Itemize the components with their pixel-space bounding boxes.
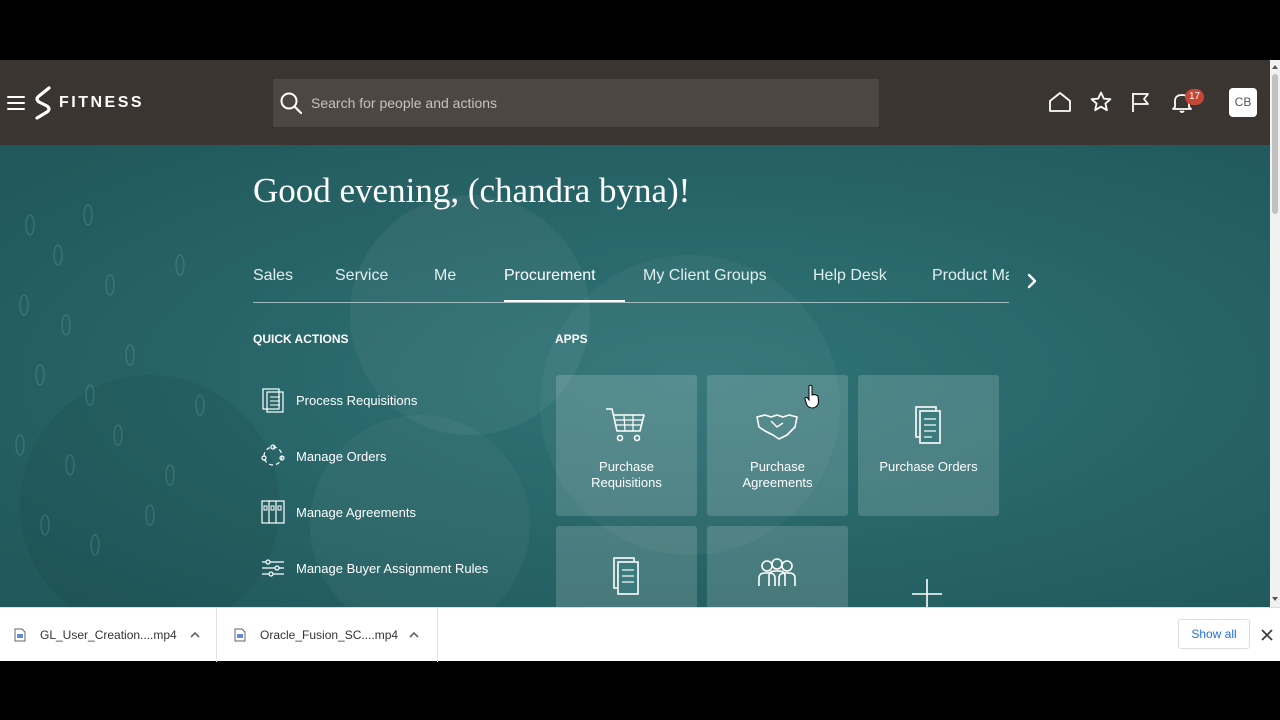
tab-product-management[interactable]: Product Ma xyxy=(932,267,1009,285)
handshake-icon xyxy=(756,414,798,440)
people-group-icon xyxy=(758,558,796,586)
quick-action-manage-orders[interactable]: Manage Orders xyxy=(259,442,386,470)
watchlist-flag-icon[interactable] xyxy=(1129,90,1153,114)
quick-action-manage-buyer-assignment-rules[interactable]: Manage Buyer Assignment Rules xyxy=(259,554,488,582)
logo-text: FITNESS xyxy=(59,94,145,111)
scroll-down-arrow-icon[interactable] xyxy=(1271,595,1279,603)
documents-icon xyxy=(915,406,941,444)
app-tile-documents[interactable] xyxy=(556,526,697,607)
quick-action-label: Process Requisitions xyxy=(296,392,418,408)
quick-action-label: Manage Orders xyxy=(296,448,387,464)
notification-count-badge: 17 xyxy=(1185,89,1204,105)
quick-action-manage-agreements[interactable]: Manage Agreements xyxy=(259,498,416,526)
search-input[interactable] xyxy=(311,79,871,127)
download-filename: GL_User_Creation....mp4 xyxy=(40,628,177,642)
agreements-binder-icon xyxy=(261,500,285,524)
download-item[interactable]: GL_User_Creation....mp4 xyxy=(0,608,217,662)
requisition-list-icon xyxy=(262,388,284,413)
rules-sliders-icon xyxy=(262,559,284,577)
close-icon[interactable] xyxy=(1260,628,1274,642)
fitness-logo-icon xyxy=(35,86,51,120)
apps-heading: APPS xyxy=(555,332,588,346)
tab-service[interactable]: Service xyxy=(335,267,388,285)
quick-action-process-requisitions[interactable]: Process Requisitions xyxy=(259,386,417,414)
tile-label: Purchase Requisitions xyxy=(591,459,662,490)
file-icon xyxy=(234,628,246,642)
tab-my-client-groups[interactable]: My Client Groups xyxy=(643,267,767,285)
document-icon xyxy=(613,557,639,595)
chevron-up-icon[interactable] xyxy=(408,629,420,641)
show-all-downloads-button[interactable]: Show all xyxy=(1178,619,1250,649)
tile-label: Purchase Orders xyxy=(879,459,978,474)
shopping-cart-icon xyxy=(606,408,645,442)
global-search xyxy=(273,79,879,127)
download-item[interactable]: Oracle_Fusion_SC....mp4 xyxy=(217,608,438,662)
tab-procurement[interactable]: Procurement xyxy=(504,267,596,285)
tile-label: Purchase Agreements xyxy=(742,459,813,490)
chevron-up-icon[interactable] xyxy=(189,629,201,641)
tab-help-desk[interactable]: Help Desk xyxy=(813,267,887,285)
oracle-fusion-app: FITNESS 17 CB xyxy=(0,60,1280,607)
quick-action-label: Manage Buyer Assignment Rules xyxy=(296,560,489,576)
screen: FITNESS 17 CB xyxy=(0,0,1280,720)
global-header: FITNESS 17 CB xyxy=(0,60,1270,145)
file-icon xyxy=(14,628,26,642)
active-tab-indicator xyxy=(504,300,625,302)
app-tile-purchase-agreements[interactable]: Purchase Agreements xyxy=(707,375,848,516)
download-filename: Oracle_Fusion_SC....mp4 xyxy=(260,628,399,642)
scrollbar-thumb[interactable] xyxy=(1272,74,1278,214)
quick-action-label: Manage Agreements xyxy=(296,504,416,520)
chevron-right-icon[interactable] xyxy=(1024,272,1040,290)
app-tile-purchase-requisitions[interactable]: Purchase Requisitions xyxy=(556,375,697,516)
navigator-menu-icon[interactable] xyxy=(7,96,25,110)
orders-cycle-icon xyxy=(261,444,285,466)
home-icon[interactable] xyxy=(1048,90,1072,114)
download-bar: GL_User_Creation....mp4 Oracle_Fusion_SC… xyxy=(0,607,1280,662)
plus-icon[interactable] xyxy=(910,577,944,607)
app-tile-purchase-orders[interactable]: Purchase Orders xyxy=(858,375,999,516)
mouse-pointer-hand-icon xyxy=(804,384,820,409)
quick-actions-heading: QUICK ACTIONS xyxy=(253,332,349,346)
welcome-springboard: Good evening, (chandra byna)! Sales Serv… xyxy=(0,145,1270,607)
search-icon[interactable] xyxy=(279,91,303,115)
app-tile-suppliers[interactable] xyxy=(707,526,848,607)
tab-me[interactable]: Me xyxy=(434,267,456,285)
app-logo[interactable]: FITNESS xyxy=(31,86,144,120)
tab-sales[interactable]: Sales xyxy=(253,267,293,285)
user-avatar[interactable]: CB xyxy=(1229,88,1257,117)
page-greeting: Good evening, (chandra byna)! xyxy=(253,171,691,210)
page-scrollbar[interactable] xyxy=(1270,60,1280,607)
favorites-star-icon[interactable] xyxy=(1089,90,1113,114)
springboard-tabs: Sales Service Me Procurement My Client G… xyxy=(253,263,1009,303)
scroll-up-arrow-icon[interactable] xyxy=(1271,63,1279,71)
